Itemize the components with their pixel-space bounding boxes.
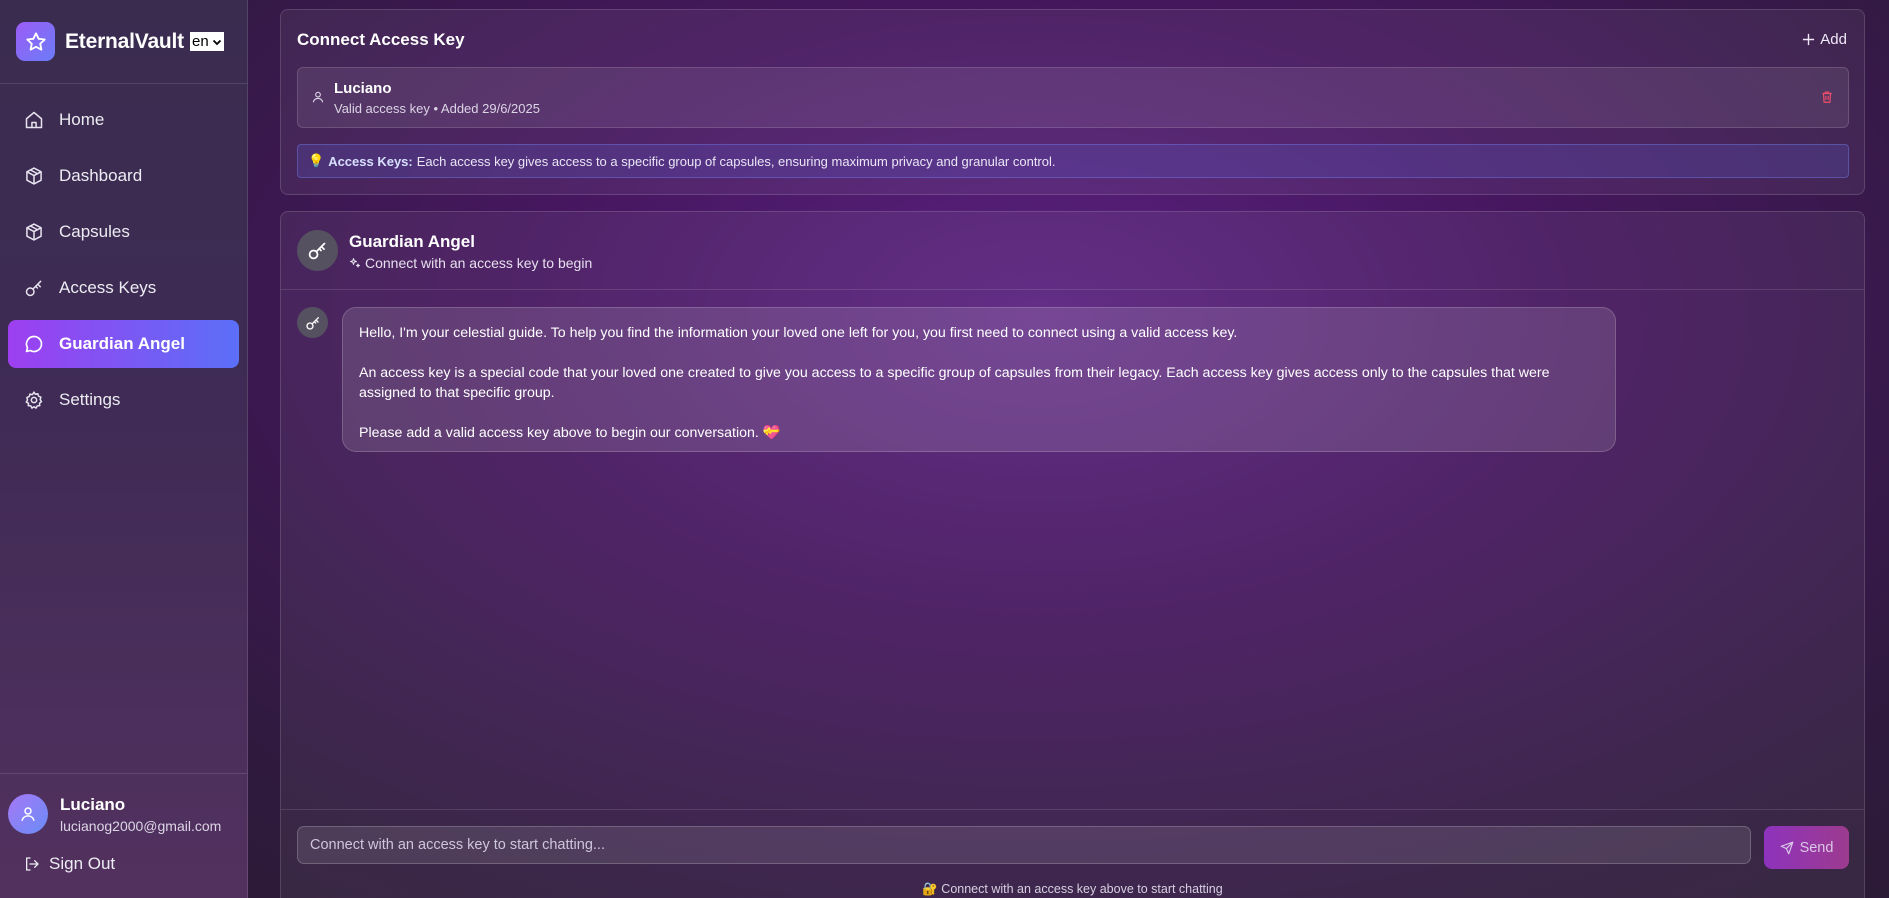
assistant-message: Hello, I'm your celestial guide. To help… <box>342 307 1616 452</box>
language-select[interactable]: en <box>189 32 224 51</box>
gear-icon <box>24 390 44 410</box>
sidebar-item-label: Settings <box>59 390 121 409</box>
send-label: Send <box>1799 839 1834 856</box>
user-name: Luciano <box>60 794 126 814</box>
sidebar-item-guardian-angel[interactable]: Guardian Angel <box>8 320 239 368</box>
chat-composer: Send 🔐 Connect with an access key above … <box>281 809 1864 898</box>
user-profile[interactable]: Luciano lucianog2000@gmail.com <box>0 774 247 834</box>
chat-subtitle: Connect with an access key to begin <box>349 255 592 271</box>
message-paragraph: An access key is a special code that you… <box>359 365 1550 401</box>
guardian-angel-chat: Guardian Angel Connect with an access ke… <box>280 211 1865 898</box>
sign-out-button[interactable]: Sign Out <box>0 834 247 874</box>
message-paragraph: Please add a valid access key above to b… <box>359 425 781 441</box>
plus-icon <box>1803 33 1815 46</box>
brand-name: EternalVault <box>65 29 184 53</box>
sidebar-footer: Luciano lucianog2000@gmail.com Sign Out <box>0 773 247 898</box>
user-email: lucianog2000@gmail.com <box>60 817 222 834</box>
sidebar-item-capsules[interactable]: Capsules <box>8 208 239 256</box>
chat-header: Guardian Angel Connect with an access ke… <box>281 212 1864 290</box>
sparkles-icon <box>350 258 360 268</box>
chat-bubble-icon <box>24 334 44 354</box>
message-paragraph: Hello, I'm your celestial guide. To help… <box>359 325 1238 341</box>
sign-out-label: Sign Out <box>49 854 116 873</box>
info-label: Access Keys: <box>328 153 413 169</box>
chevron-down-icon <box>212 39 221 45</box>
sign-out-icon <box>24 856 40 872</box>
send-button[interactable]: Send <box>1764 826 1849 869</box>
sidebar-item-dashboard[interactable]: Dashboard <box>8 152 239 200</box>
add-key-label: Add <box>1820 31 1847 48</box>
add-key-button[interactable]: Add <box>1802 31 1847 48</box>
brand-header: EternalVault en <box>0 0 247 84</box>
box-icon <box>24 166 44 186</box>
access-keys-info: 💡 Access Keys: Each access key gives acc… <box>297 144 1849 178</box>
composer-hint: 🔐 Connect with an access key above to st… <box>922 882 1223 896</box>
avatar <box>8 794 48 834</box>
key-icon <box>24 278 44 298</box>
key-icon <box>297 230 338 271</box>
access-key-name: Luciano <box>334 80 392 97</box>
sidebar-item-label: Guardian Angel <box>59 334 185 353</box>
sidebar-nav: Home Dashboard Capsules Access Keys Guar… <box>0 96 247 424</box>
access-key-meta: Valid access key • Added 29/6/2025 <box>334 101 540 116</box>
chat-input[interactable] <box>297 826 1751 864</box>
lightbulb-icon: 💡 <box>308 153 325 168</box>
sidebar-item-access-keys[interactable]: Access Keys <box>8 264 239 312</box>
sidebar-item-home[interactable]: Home <box>8 96 239 144</box>
card-title: Connect Access Key <box>297 30 465 49</box>
sidebar: EternalVault en Home Dashboard Capsules <box>0 0 248 898</box>
key-icon <box>297 307 328 338</box>
chat-subtitle-text: Connect with an access key to begin <box>365 255 593 271</box>
star-icon[interactable] <box>16 22 55 61</box>
connect-access-key-card: Connect Access Key Add Luciano Valid acc… <box>280 9 1865 195</box>
chat-title: Guardian Angel <box>349 232 475 251</box>
box-icon <box>24 222 44 242</box>
home-icon <box>24 110 44 130</box>
sidebar-item-label: Dashboard <box>59 166 143 185</box>
language-value: en <box>191 33 209 50</box>
user-icon <box>21 807 35 821</box>
sidebar-item-label: Access Keys <box>59 278 157 297</box>
send-icon <box>1780 841 1793 854</box>
sidebar-item-label: Home <box>59 110 105 129</box>
user-icon <box>311 90 325 109</box>
info-text: Each access key gives access to a specif… <box>416 153 1056 169</box>
sidebar-item-settings[interactable]: Settings <box>8 376 239 424</box>
sidebar-item-label: Capsules <box>59 222 130 241</box>
access-key-item: Luciano Valid access key • Added 29/6/20… <box>297 67 1849 128</box>
trash-icon[interactable] <box>1820 90 1834 109</box>
